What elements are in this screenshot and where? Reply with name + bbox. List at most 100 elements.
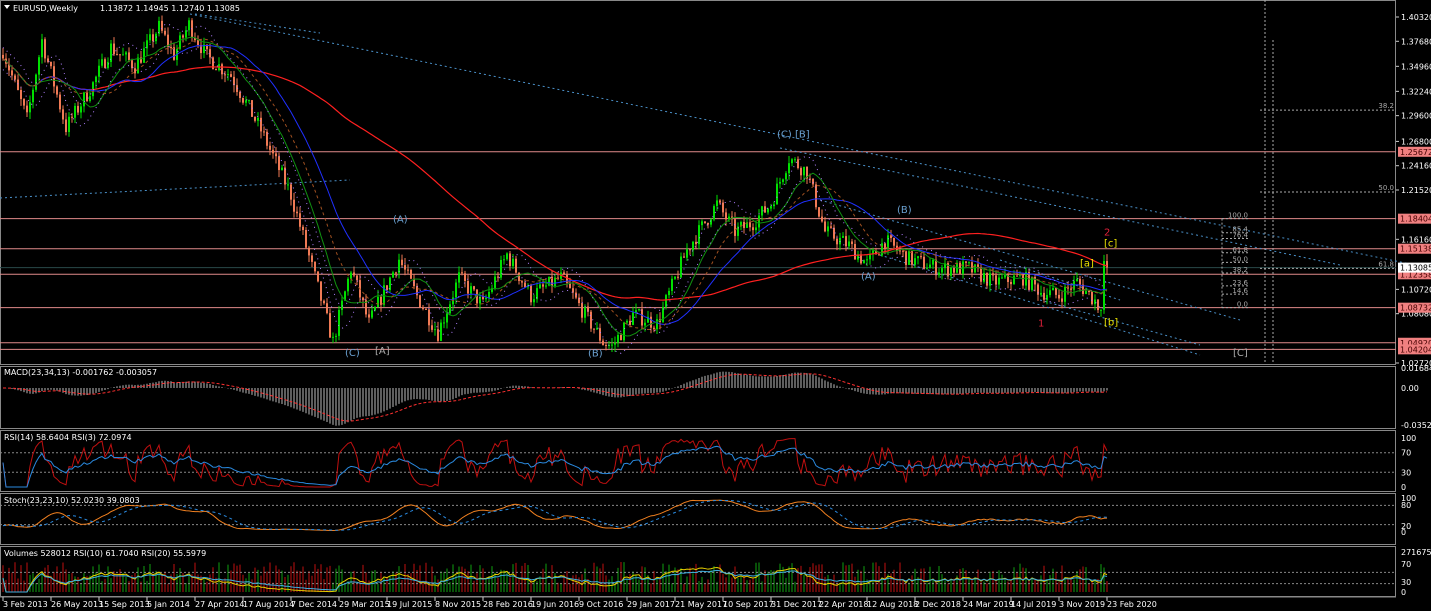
bull-candle — [38, 57, 40, 75]
rsi-axis-label: 100 — [1401, 434, 1416, 443]
bull-candle — [584, 306, 586, 318]
bear-candle — [305, 230, 307, 248]
bear-candle — [260, 117, 262, 132]
time-tick-label: 29 Jan 2017 — [627, 600, 675, 609]
time-tick-label: 27 Apr 2014 — [195, 600, 244, 609]
bear-candle — [473, 286, 475, 290]
bear-candle — [290, 184, 292, 200]
trendline — [999, 259, 1121, 301]
bear-candle — [56, 86, 58, 95]
volumes-panel — [0, 562, 1396, 593]
bear-candle — [422, 307, 424, 309]
bear-candle — [884, 243, 886, 249]
bear-candle — [749, 222, 751, 228]
bear-candle — [428, 309, 430, 326]
bear-candle — [860, 254, 862, 264]
bear-candle — [2, 54, 4, 59]
bear-candle — [326, 303, 328, 314]
bear-candle — [734, 219, 736, 236]
bull-candle — [338, 309, 340, 336]
bear-candle — [254, 116, 256, 121]
bear-candle — [650, 316, 652, 328]
bear-candle — [605, 345, 607, 347]
bear-candle — [11, 70, 13, 76]
bear-candle — [953, 267, 955, 273]
bull-candle — [455, 282, 457, 298]
rsi-axis-label: 0 — [1401, 483, 1406, 492]
price-tick-label: 1.21520 — [1401, 186, 1431, 195]
bull-candle — [938, 272, 940, 276]
bull-candle — [698, 225, 700, 245]
bull-candle — [374, 307, 376, 311]
bear-candle — [314, 261, 316, 272]
price-tick-label: 1.32240 — [1401, 87, 1431, 96]
trendline — [819, 199, 1241, 321]
bull-candle — [998, 277, 1000, 285]
bear-candle — [134, 68, 136, 74]
bear-candle — [1079, 278, 1081, 285]
bear-candle — [854, 244, 856, 260]
bear-candle — [431, 325, 433, 330]
bear-candle — [899, 250, 901, 252]
bear-candle — [311, 255, 313, 262]
bull-candle — [68, 116, 70, 133]
bear-candle — [230, 74, 232, 77]
bear-candle — [878, 254, 880, 256]
bull-candle — [248, 100, 250, 102]
time-tick-label: 29 Mar 2015 — [339, 600, 390, 609]
bear-candle — [302, 226, 304, 231]
bear-candle — [23, 99, 25, 106]
bear-candle — [800, 168, 802, 176]
bear-candle — [71, 116, 73, 118]
bear-candle — [995, 275, 997, 285]
bear-candle — [368, 314, 370, 318]
bull-candle — [776, 183, 778, 205]
bear-candle — [815, 184, 817, 208]
bear-candle — [689, 249, 691, 251]
bear-candle — [59, 94, 61, 110]
bear-candle — [269, 145, 271, 150]
bull-candle — [335, 335, 337, 337]
bull-candle — [1064, 286, 1066, 302]
bear-candle — [164, 30, 166, 35]
bull-candle — [392, 272, 394, 278]
bull-candle — [644, 322, 646, 326]
bear-candle — [851, 241, 853, 245]
bull-candle — [287, 184, 289, 186]
bull-candle — [791, 159, 793, 164]
chart-window[interactable]: 100.085.476.461.850.038.223.614.60.038.2… — [0, 0, 1431, 611]
bull-candle — [755, 227, 757, 231]
bear-candle — [416, 286, 418, 296]
bear-candle — [14, 75, 16, 80]
bull-candle — [149, 34, 151, 41]
rsi-label: RSI(14) 58.6404 RSI(3) 72.0974 — [4, 433, 132, 442]
wave-label: (A) — [393, 214, 408, 225]
macd-axis-label: 0.00 — [1401, 384, 1419, 393]
bear-candle — [170, 46, 172, 48]
bear-candle — [893, 238, 895, 246]
bear-candle — [515, 258, 517, 273]
bull-candle — [101, 59, 103, 66]
trendline — [0, 179, 351, 199]
bear-candle — [284, 167, 286, 185]
time-tick-label: 24 Mar 2019 — [963, 600, 1014, 609]
wave-label: [b] — [1104, 317, 1118, 328]
bull-candle — [137, 57, 139, 74]
bear-candle — [62, 109, 64, 120]
bear-candle — [104, 59, 106, 68]
collapse-triangle-icon[interactable] — [4, 5, 10, 9]
bull-candle — [377, 296, 379, 308]
bear-candle — [641, 309, 643, 326]
time-tick-label: 8 Nov 2015 — [435, 600, 481, 609]
price-tick-label: 1.10720 — [1401, 285, 1431, 294]
bear-candle — [272, 149, 274, 154]
price-tick-label: 1.34960 — [1401, 62, 1431, 71]
bear-candle — [1055, 288, 1057, 295]
bear-candle — [404, 265, 406, 270]
bull-candle — [983, 272, 985, 282]
bull-candle — [449, 304, 451, 314]
bear-candle — [380, 296, 382, 305]
time-tick-label: 14 Jul 2019 — [1011, 600, 1056, 609]
price-tick-label: 1.26800 — [1401, 137, 1431, 146]
bear-candle — [818, 207, 820, 217]
